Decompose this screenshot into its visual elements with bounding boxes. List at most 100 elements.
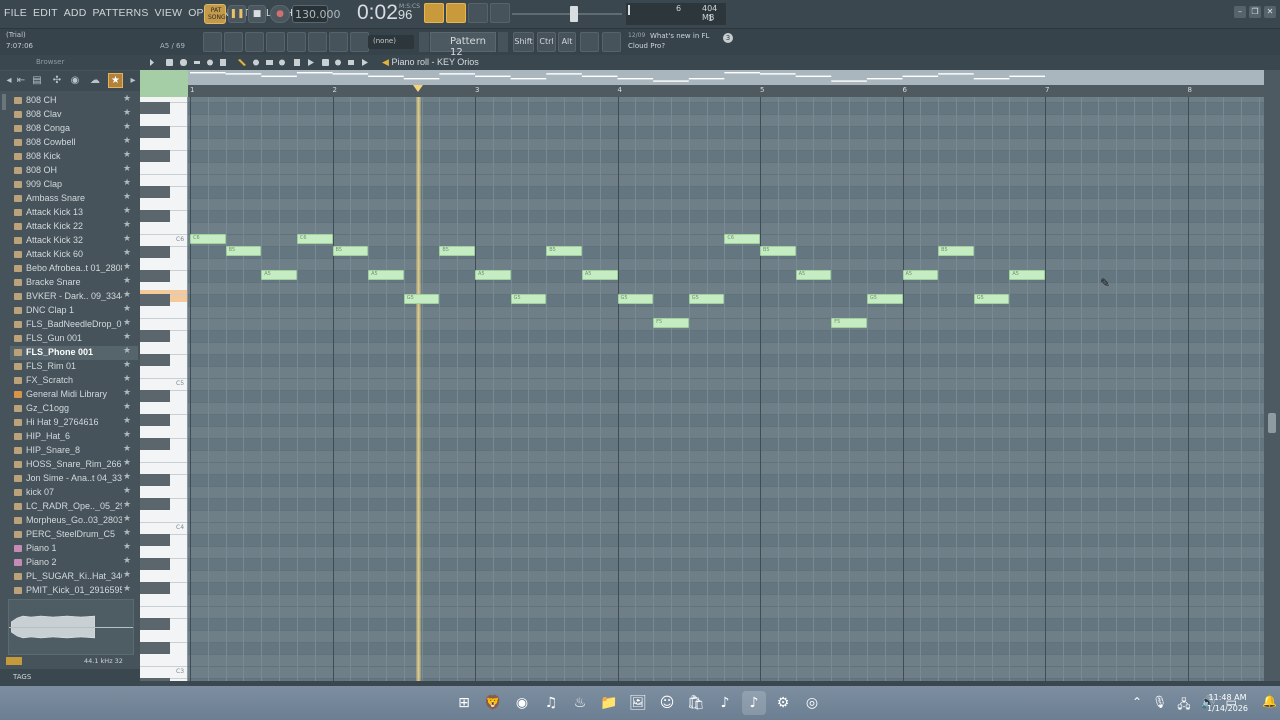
note[interactable]: G5 — [973, 294, 1010, 304]
browser-item[interactable]: LC_RADR_Ope.._05_2900079★ — [10, 500, 138, 514]
black-key[interactable] — [140, 558, 170, 570]
favorite-star-icon[interactable]: ★ — [123, 332, 131, 342]
note[interactable]: A5 — [581, 270, 618, 280]
pattern-prev-button[interactable] — [419, 32, 429, 52]
collapse-icon[interactable]: ⇤ — [14, 74, 28, 88]
browser-item[interactable]: PMIT_Kick_01_2916595 ★ — [10, 584, 138, 598]
favorite-star-icon[interactable]: ★ — [123, 122, 131, 132]
black-key[interactable] — [140, 102, 170, 114]
mic-button[interactable] — [350, 32, 369, 52]
black-key[interactable] — [140, 246, 170, 258]
fl-studio-icon[interactable]: ♪ — [742, 691, 766, 715]
browser-item[interactable]: Gz_C1ogg ★ — [10, 402, 138, 416]
favorite-star-icon[interactable]: ★ — [123, 430, 131, 440]
favorite-star-icon[interactable]: ★ — [123, 234, 131, 244]
note[interactable]: F5 — [653, 318, 689, 328]
menu-file[interactable]: FILE — [4, 7, 27, 19]
menu-add[interactable]: ADD — [64, 7, 87, 19]
browser-item[interactable]: Attack Kick 32 ★ — [10, 234, 138, 248]
network-icon[interactable]: 🖧 — [1177, 695, 1190, 716]
favorite-star-icon[interactable]: ★ — [123, 514, 131, 524]
favorite-star-icon[interactable]: ★ — [123, 262, 131, 272]
browser-item[interactable]: Attack Kick 60 ★ — [10, 248, 138, 262]
browser-item[interactable]: 808 Kick ★ — [10, 150, 138, 164]
discord-icon[interactable]: ☺ — [655, 691, 679, 715]
arrow-button[interactable] — [329, 32, 348, 52]
timeline-ruler[interactable]: 1 2 3 4 5 6 7 8 — [188, 85, 1264, 97]
favorite-star-icon[interactable]: ★ — [123, 108, 131, 118]
plugin-icon[interactable]: ✣ — [50, 74, 64, 88]
browser-item[interactable]: Attack Kick 22 ★ — [10, 220, 138, 234]
metronome-toggle[interactable] — [424, 3, 444, 23]
note[interactable]: G5 — [510, 294, 547, 304]
minimize-icon[interactable]: – — [1234, 6, 1246, 18]
menu-patterns[interactable]: PATTERNS — [92, 7, 148, 19]
black-key[interactable] — [140, 186, 170, 198]
mixer-button[interactable] — [266, 32, 285, 52]
file-explorer-icon[interactable]: 📁 — [597, 691, 621, 715]
news-panel[interactable]: 12/09 What's new in FL Cloud Pro? 3 — [627, 31, 735, 53]
vertical-scrollbar[interactable] — [1264, 70, 1280, 681]
favorite-star-icon[interactable]: ★ — [123, 570, 131, 580]
browser-item[interactable]: FX_Scratch ★ — [10, 374, 138, 388]
close-icon[interactable]: ✕ — [1264, 6, 1276, 18]
favorite-star-icon[interactable]: ★ — [123, 178, 131, 188]
piano-keyboard[interactable]: C6 C5 C4 C3 — [140, 97, 188, 681]
favorite-star-icon[interactable]: ★ — [123, 290, 131, 300]
note[interactable]: G5 — [403, 294, 440, 304]
black-key[interactable] — [140, 582, 170, 594]
favorite-star-icon[interactable]: ★ — [123, 500, 131, 510]
black-key[interactable] — [140, 126, 170, 138]
note[interactable]: C6 — [190, 234, 226, 244]
favorite-star-icon[interactable]: ★ — [123, 556, 131, 566]
favorite-star-icon[interactable]: ★ — [123, 94, 131, 104]
photos-icon[interactable]: 🖼 — [626, 691, 650, 715]
note-grid[interactable]: C6 B5 A5 C6 B5 A5 G5 B5 A5 G5 B5 A5 G5 F5 G5 C6 B5 A5 F5 G5… — [188, 97, 1264, 681]
browser-item[interactable]: Morpheus_Go..03_2803027★ — [10, 514, 138, 528]
note[interactable]: B5 — [225, 246, 262, 256]
browser-item[interactable]: Piano 2 ★ — [10, 556, 138, 570]
stop-button[interactable]: ■ — [248, 5, 266, 23]
browser-item[interactable]: 808 OH ★ — [10, 164, 138, 178]
shift-key[interactable]: Shift — [513, 32, 534, 52]
ctrl-key[interactable]: Ctrl — [537, 32, 556, 52]
note[interactable]: B5 — [332, 246, 369, 256]
favorite-star-icon[interactable]: ★ — [123, 388, 131, 398]
blend-notes-toggle[interactable] — [490, 3, 510, 23]
favorite-star-icon[interactable]: ★ — [123, 360, 131, 370]
step-edit-toggle[interactable] — [468, 3, 488, 23]
browser-item[interactable]: FLS_BadNeedleDrop_02 ★ — [10, 318, 138, 332]
mixer-alt-button[interactable] — [287, 32, 306, 52]
favorite-star-icon[interactable]: ★ — [123, 276, 131, 286]
note[interactable]: A5 — [902, 270, 939, 280]
browser-item[interactable]: HOSS_Snare_Rim_2665772★ — [10, 458, 138, 472]
menu-edit[interactable]: EDIT — [33, 7, 58, 19]
browser-button[interactable] — [308, 32, 327, 52]
browser-item[interactable]: 808 CH ★ — [10, 94, 138, 108]
note[interactable]: C6 — [724, 234, 760, 244]
browser-item[interactable]: Bebo Afrobea..t 01_2808415★ — [10, 262, 138, 276]
note[interactable]: G5 — [617, 294, 654, 304]
note[interactable]: A5 — [368, 270, 404, 280]
tags-bar[interactable]: TAGS — [0, 669, 140, 686]
black-key[interactable] — [140, 618, 170, 630]
black-key[interactable] — [140, 414, 170, 426]
brave-icon[interactable]: 🦁 — [481, 691, 505, 715]
browser-item[interactable]: General Midi Library ★ — [10, 388, 138, 402]
obs-icon[interactable]: ◎ — [800, 691, 824, 715]
browser-item[interactable]: 808 Conga ★ — [10, 122, 138, 136]
note[interactable]: G5 — [688, 294, 725, 304]
favorite-star-icon[interactable]: ★ — [123, 304, 131, 314]
browser-item[interactable]: DNC Clap 1 ★ — [10, 304, 138, 318]
notification-bell-icon[interactable]: 🔔 — [1262, 694, 1277, 708]
black-key[interactable] — [140, 330, 170, 342]
black-key[interactable] — [140, 294, 170, 306]
favorite-star-icon[interactable]: ★ — [123, 444, 131, 454]
browser-item[interactable]: FLS_Rim 01 ★ — [10, 360, 138, 374]
note[interactable]: B5 — [938, 246, 974, 256]
preview-play-button[interactable] — [6, 657, 22, 665]
tempo-display[interactable]: 130.000 — [292, 5, 341, 23]
favorite-star-icon[interactable]: ★ — [123, 164, 131, 174]
cart-icon[interactable] — [602, 32, 621, 52]
spotify-icon[interactable]: ♫ — [539, 691, 563, 715]
